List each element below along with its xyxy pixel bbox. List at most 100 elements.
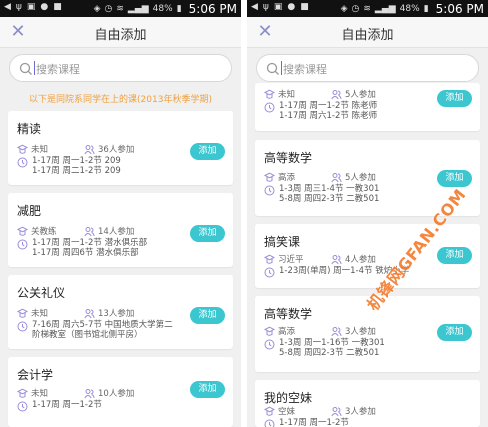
back-notification-icon: ◀ — [4, 2, 11, 12]
teacher-row: 高添 — [264, 171, 295, 183]
battery-percent: 48% — [152, 4, 173, 14]
clock-icon — [17, 239, 28, 250]
teacher-icon — [264, 406, 275, 416]
usb-icon: ψ — [262, 2, 269, 12]
add-button[interactable]: 添加 — [190, 381, 225, 398]
add-button[interactable]: 添加 — [190, 143, 225, 160]
alarm-icon: ◷ — [351, 4, 360, 14]
clock: 5:06 PM — [435, 2, 484, 16]
schedule-line: 1-17周 周一1-2节 陈老师 — [279, 101, 378, 111]
battery-percent: 48% — [399, 4, 420, 14]
text-cursor — [281, 61, 282, 75]
search-bar[interactable] — [9, 54, 232, 82]
teacher-icon — [264, 89, 275, 99]
teacher-icon — [264, 254, 275, 264]
add-button[interactable]: 添加 — [190, 225, 225, 242]
teacher-row: 空妹 — [264, 405, 295, 417]
participant-count: 14人参加 — [98, 227, 135, 237]
teacher-row: 未知 — [17, 143, 48, 155]
battery-icon: ▮ — [423, 4, 429, 14]
chat-icon: ● — [40, 2, 49, 12]
usb-icon: ψ — [15, 2, 22, 12]
text-cursor — [34, 61, 35, 75]
teacher-name: 高添 — [278, 173, 296, 183]
image-icon: ▣ — [26, 2, 36, 12]
people-icon — [331, 172, 342, 182]
system-icons: ◈ ◷ ≋ ▂▄▆ 48% ▮ 5:06 PM — [341, 2, 484, 16]
alarm-icon: ◷ — [104, 4, 113, 14]
add-button[interactable]: 添加 — [190, 307, 225, 324]
participant-count: 5人参加 — [345, 173, 376, 183]
course-card: 搞笑课 习近平 4人参加 1-23周(单周) 周一1-4节 铁炉小学 添加 — [255, 224, 480, 288]
teacher-row: 未知 — [17, 387, 48, 399]
teacher-name: 未知 — [278, 90, 296, 100]
chat-icon: ● — [287, 2, 296, 12]
signal-icon: ▂▄▆ — [374, 4, 396, 14]
schedule-line: 5-8周 周四2-3节 二教501 — [279, 194, 380, 204]
search-bar[interactable] — [256, 54, 479, 82]
teacher-icon — [264, 172, 275, 182]
count-row: 5人参加 — [331, 171, 376, 183]
vibrate-icon: ◈ — [93, 4, 101, 14]
notice-text: 以下是同院系同学在上的课(2013年秋季学期) — [29, 95, 212, 105]
count-row: 3人参加 — [331, 325, 376, 337]
teacher-icon — [17, 144, 28, 154]
participant-count: 10人参加 — [98, 389, 135, 399]
teacher-name: 未知 — [31, 309, 49, 319]
schedule-line: 1-17周 周一1-2节 — [279, 418, 349, 427]
people-icon — [84, 308, 95, 318]
course-name: 精读 — [17, 122, 42, 136]
wifi-icon: ≋ — [363, 4, 371, 14]
clock-icon — [264, 185, 275, 196]
course-name: 高等数学 — [264, 151, 313, 165]
add-button[interactable]: 添加 — [437, 324, 472, 341]
course-name: 我的空妹 — [264, 391, 313, 405]
schedule-line: 1-17周 周六1-2节 陈老师 — [279, 111, 378, 121]
notification-icons: ◀ ψ ▣ ● ■ — [251, 2, 309, 12]
teacher-row: 未知 — [264, 88, 295, 100]
vibrate-icon: ◈ — [340, 4, 348, 14]
app-icon: ■ — [300, 2, 309, 12]
clock-icon — [264, 419, 275, 427]
add-button[interactable]: 添加 — [437, 247, 472, 264]
people-icon — [331, 89, 342, 99]
teacher-name: 高添 — [278, 327, 296, 337]
schedule-line: 1-3周 周一1-16节 一教301 — [279, 338, 385, 348]
image-icon: ▣ — [273, 2, 283, 12]
teacher-row: 关教练 — [17, 225, 57, 237]
left-screen: ◀ ψ ▣ ● ■ ◈ ◷ ≋ ▂▄▆ 48% ▮ 5:06 PM ✕ 自由添加… — [0, 0, 241, 427]
teacher-name: 未知 — [31, 389, 49, 399]
course-card: 会计学 未知 10人参加 1-17周 周一1-2节 添加 — [8, 357, 233, 427]
teacher-icon — [264, 326, 275, 336]
status-bar: ◀ ψ ▣ ● ■ ◈ ◷ ≋ ▂▄▆ 48% ▮ 5:06 PM — [247, 0, 488, 17]
course-name: 搞笑课 — [264, 235, 301, 249]
schedule-line: 1-17周 周一1-2节 — [32, 400, 102, 410]
schedule-line: 1-3周 周三1-4节 一教301 — [279, 184, 380, 194]
count-row: 4人参加 — [331, 253, 376, 265]
page-title: 自由添加 — [94, 28, 147, 43]
battery-icon: ▮ — [176, 4, 182, 14]
people-icon — [331, 406, 342, 416]
schedule-line: 1-23周(单周) 周一1-4节 铁炉小学 — [279, 266, 410, 276]
teacher-icon — [17, 226, 28, 236]
clock-icon — [17, 321, 28, 332]
add-button[interactable]: 添加 — [437, 90, 472, 107]
search-input[interactable] — [34, 59, 228, 79]
count-row: 36人参加 — [84, 143, 134, 155]
schedule-line: 1-17周 周四6节 潜水俱乐部 — [32, 248, 139, 258]
wifi-icon: ≋ — [116, 4, 124, 14]
notification-icons: ◀ ψ ▣ ● ■ — [4, 2, 62, 12]
title-bar: ✕ 自由添加 — [0, 17, 241, 48]
people-icon — [331, 326, 342, 336]
count-row: 3人参加 — [331, 405, 376, 417]
search-input[interactable] — [281, 59, 475, 79]
count-row: 10人参加 — [84, 387, 134, 399]
clock-icon — [17, 401, 28, 412]
clock-icon — [264, 102, 275, 113]
teacher-row: 未知 — [17, 307, 48, 319]
schedule-line: 1-17周 周一1-2节 潜水俱乐部 — [32, 238, 148, 248]
schedule-line: 1-17周 周一1-2节 209 — [32, 156, 121, 166]
clock-icon — [17, 157, 28, 168]
course-card: 精读 未知 36人参加 1-17周 周一1-2节 209 1-17周 周二1-2节… — [8, 111, 233, 185]
teacher-icon — [17, 308, 28, 318]
